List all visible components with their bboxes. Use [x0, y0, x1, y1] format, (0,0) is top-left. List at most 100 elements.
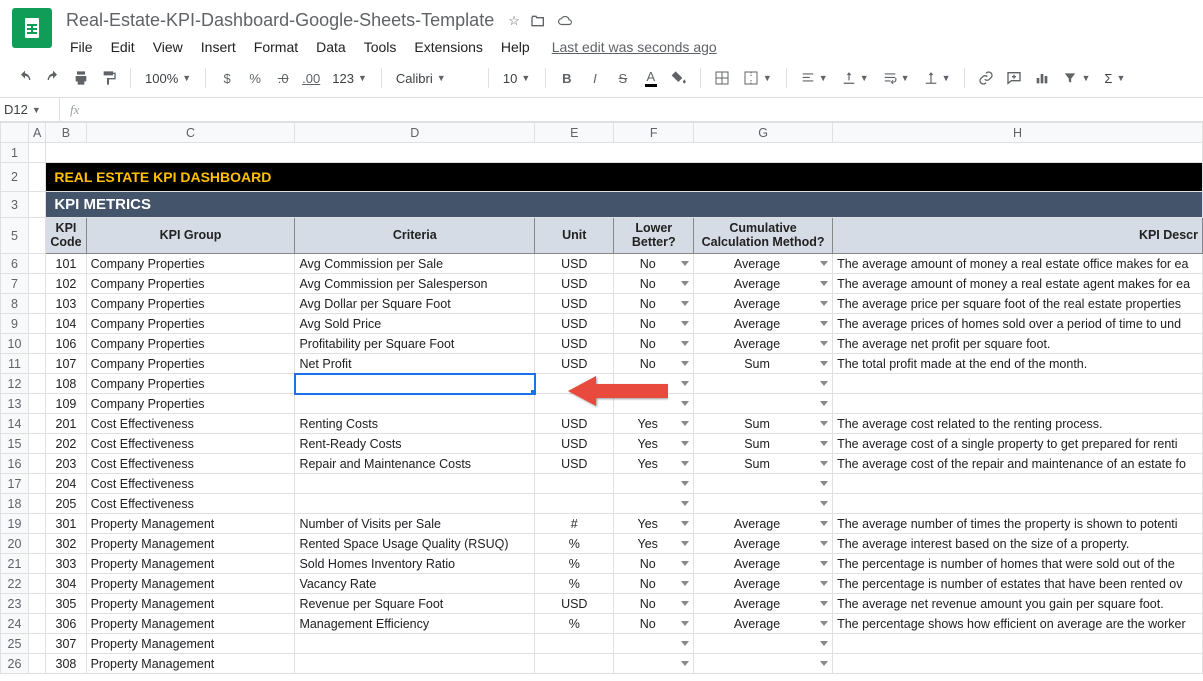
- cell-criteria[interactable]: Sold Homes Inventory Ratio: [295, 554, 535, 574]
- cell-unit[interactable]: %: [535, 614, 614, 634]
- table-row[interactable]: 12 108 Company Properties: [1, 374, 1203, 394]
- row-header-7[interactable]: 7: [1, 274, 29, 294]
- cell-kpi-group[interactable]: Company Properties: [86, 254, 295, 274]
- format-currency-button[interactable]: $: [214, 65, 240, 91]
- font-size-select[interactable]: 10▼: [497, 65, 537, 91]
- cell-unit[interactable]: %: [535, 534, 614, 554]
- menu-tools[interactable]: Tools: [356, 35, 405, 59]
- row-header-16[interactable]: 16: [1, 454, 29, 474]
- row-header-15[interactable]: 15: [1, 434, 29, 454]
- cell-criteria[interactable]: [295, 374, 535, 394]
- cell-kpi-code[interactable]: 301: [46, 514, 86, 534]
- format-percent-button[interactable]: %: [242, 65, 268, 91]
- cell-unit[interactable]: #: [535, 514, 614, 534]
- col-header-E[interactable]: E: [535, 123, 614, 143]
- cell-calc-method[interactable]: Average: [694, 614, 833, 634]
- cell-lower-better[interactable]: No: [614, 254, 694, 274]
- cell-kpi-code[interactable]: 109: [46, 394, 86, 414]
- select-all-corner[interactable]: [1, 123, 29, 143]
- cell-calc-method[interactable]: Average: [694, 574, 833, 594]
- cell-kpi-code[interactable]: 205: [46, 494, 86, 514]
- text-color-button[interactable]: A: [638, 65, 664, 91]
- filter-button[interactable]: ▼: [1057, 65, 1096, 91]
- redo-icon[interactable]: [40, 65, 66, 91]
- cell-kpi-code[interactable]: 104: [46, 314, 86, 334]
- row-header-12[interactable]: 12: [1, 374, 29, 394]
- row-header-24[interactable]: 24: [1, 614, 29, 634]
- cell-description[interactable]: [833, 654, 1203, 674]
- doc-title[interactable]: Real-Estate-KPI-Dashboard-Google-Sheets-…: [62, 8, 498, 33]
- col-header-C[interactable]: C: [86, 123, 295, 143]
- row-header-18[interactable]: 18: [1, 494, 29, 514]
- cell-unit[interactable]: USD: [535, 294, 614, 314]
- cell-kpi-code[interactable]: 304: [46, 574, 86, 594]
- col-header-G[interactable]: G: [694, 123, 833, 143]
- cell-kpi-group[interactable]: Cost Effectiveness: [86, 494, 295, 514]
- cell-kpi-group[interactable]: Property Management: [86, 514, 295, 534]
- cell-calc-method[interactable]: Sum: [694, 354, 833, 374]
- cell-calc-method[interactable]: Sum: [694, 454, 833, 474]
- cell-kpi-group[interactable]: Cost Effectiveness: [86, 474, 295, 494]
- cell-criteria[interactable]: Rented Space Usage Quality (RSUQ): [295, 534, 535, 554]
- cell-kpi-code[interactable]: 102: [46, 274, 86, 294]
- cell-calc-method[interactable]: Average: [694, 554, 833, 574]
- cell-calc-method[interactable]: [694, 654, 833, 674]
- row-header-25[interactable]: 25: [1, 634, 29, 654]
- spreadsheet-grid[interactable]: A B C D E F G H 12REAL ESTATE KPI DASHBO…: [0, 122, 1203, 674]
- col-header-H[interactable]: H: [833, 123, 1203, 143]
- cell-unit[interactable]: USD: [535, 594, 614, 614]
- cell-calc-method[interactable]: Average: [694, 334, 833, 354]
- cell-kpi-code[interactable]: 308: [46, 654, 86, 674]
- cell-criteria[interactable]: Repair and Maintenance Costs: [295, 454, 535, 474]
- cell-kpi-group[interactable]: Company Properties: [86, 274, 295, 294]
- cell-description[interactable]: The average price per square foot of the…: [833, 294, 1203, 314]
- cell-unit[interactable]: [535, 394, 614, 414]
- table-row[interactable]: 15 202 Cost Effectiveness Rent-Ready Cos…: [1, 434, 1203, 454]
- cell-kpi-group[interactable]: Property Management: [86, 574, 295, 594]
- table-row[interactable]: 22 304 Property Management Vacancy Rate …: [1, 574, 1203, 594]
- cell-kpi-code[interactable]: 307: [46, 634, 86, 654]
- cell-calc-method[interactable]: Average: [694, 594, 833, 614]
- cell-unit[interactable]: USD: [535, 354, 614, 374]
- row-header-20[interactable]: 20: [1, 534, 29, 554]
- table-row[interactable]: 13 109 Company Properties: [1, 394, 1203, 414]
- cell-criteria[interactable]: Revenue per Square Foot: [295, 594, 535, 614]
- table-row[interactable]: 20 302 Property Management Rented Space …: [1, 534, 1203, 554]
- cell-description[interactable]: The average number of times the property…: [833, 514, 1203, 534]
- cell-kpi-group[interactable]: Property Management: [86, 554, 295, 574]
- col-header-A[interactable]: A: [29, 123, 46, 143]
- cell-unit[interactable]: [535, 654, 614, 674]
- cell-lower-better[interactable]: Yes: [614, 434, 694, 454]
- col-header-B[interactable]: B: [46, 123, 86, 143]
- cell-unit[interactable]: %: [535, 554, 614, 574]
- cell-description[interactable]: The average interest based on the size o…: [833, 534, 1203, 554]
- row-header-10[interactable]: 10: [1, 334, 29, 354]
- cell-unit[interactable]: [535, 494, 614, 514]
- cell-calc-method[interactable]: Average: [694, 534, 833, 554]
- undo-icon[interactable]: [12, 65, 38, 91]
- borders-button[interactable]: [709, 65, 735, 91]
- cell-calc-method[interactable]: Sum: [694, 414, 833, 434]
- row-header-22[interactable]: 22: [1, 574, 29, 594]
- cell-kpi-code[interactable]: 108: [46, 374, 86, 394]
- cell-calc-method[interactable]: Average: [694, 514, 833, 534]
- cell-lower-better[interactable]: Yes: [614, 534, 694, 554]
- cell-description[interactable]: The percentage is number of estates that…: [833, 574, 1203, 594]
- text-rotation-button[interactable]: ▼: [918, 65, 957, 91]
- table-row[interactable]: 26 308 Property Management: [1, 654, 1203, 674]
- cell-calc-method[interactable]: Average: [694, 274, 833, 294]
- menu-extensions[interactable]: Extensions: [406, 35, 490, 59]
- cell-kpi-group[interactable]: Company Properties: [86, 314, 295, 334]
- text-wrap-button[interactable]: ▼: [877, 65, 916, 91]
- bold-button[interactable]: B: [554, 65, 580, 91]
- cell-kpi-code[interactable]: 204: [46, 474, 86, 494]
- insert-chart-button[interactable]: [1029, 65, 1055, 91]
- cell-kpi-code[interactable]: 101: [46, 254, 86, 274]
- cell-criteria[interactable]: [295, 474, 535, 494]
- table-row[interactable]: 9 104 Company Properties Avg Sold Price …: [1, 314, 1203, 334]
- cell-kpi-code[interactable]: 303: [46, 554, 86, 574]
- cell-description[interactable]: The percentage shows how efficient on av…: [833, 614, 1203, 634]
- row-header-5[interactable]: 5: [1, 218, 29, 254]
- menu-data[interactable]: Data: [308, 35, 354, 59]
- cell-kpi-group[interactable]: Company Properties: [86, 394, 295, 414]
